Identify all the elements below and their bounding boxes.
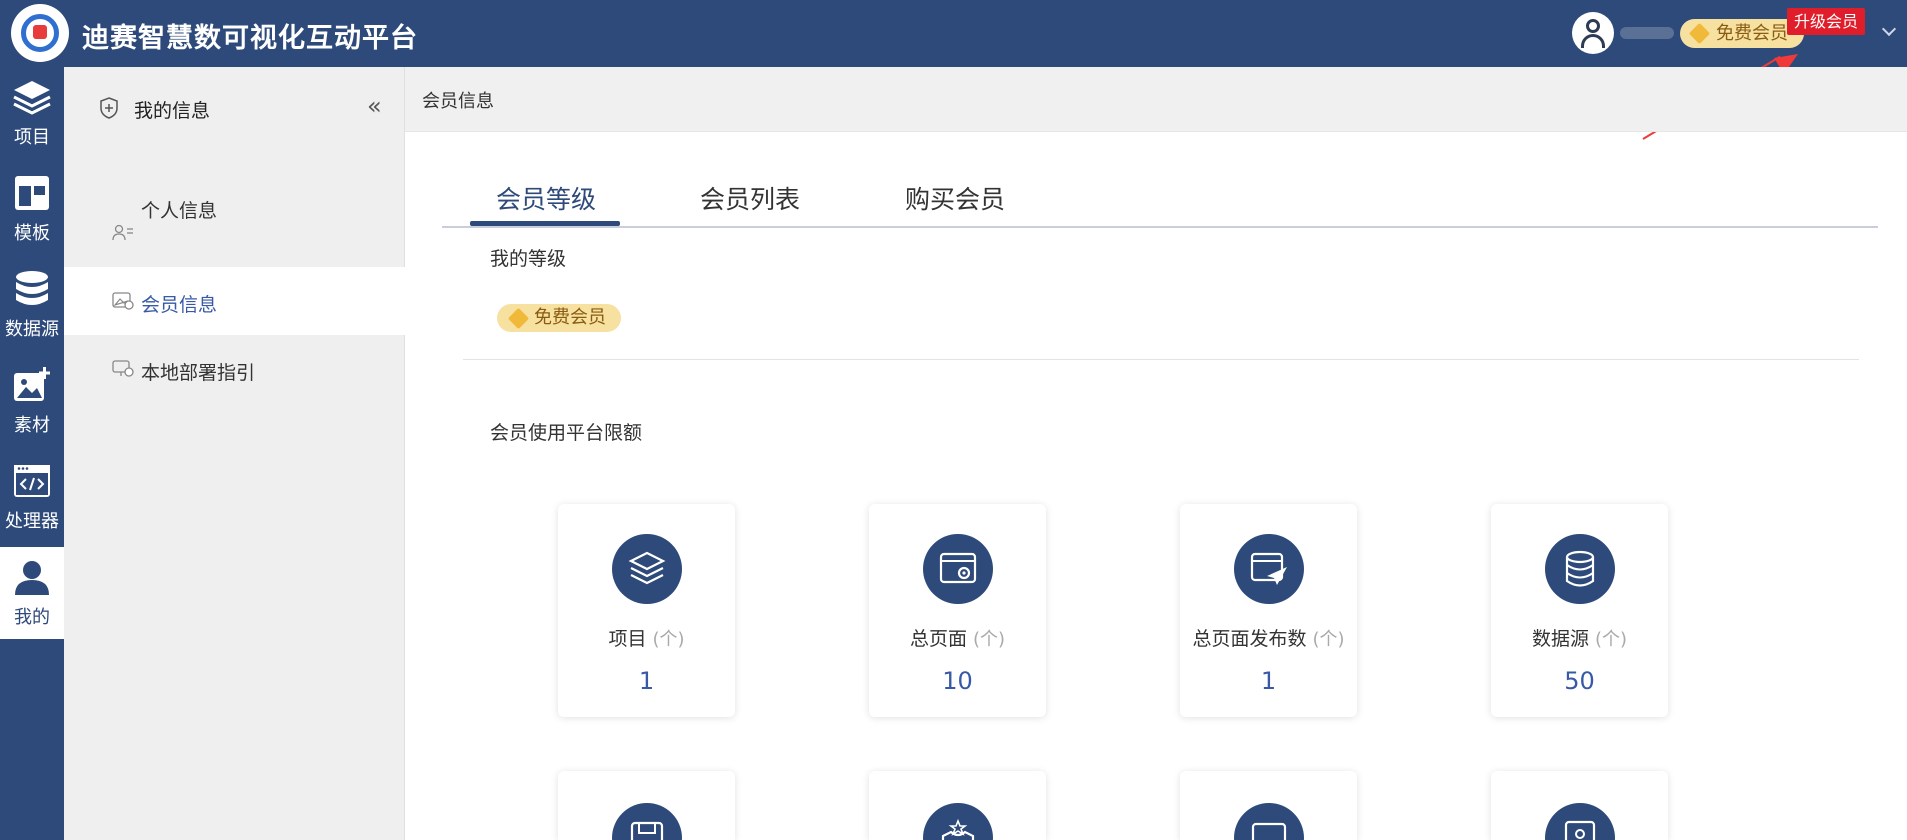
rail-item-project[interactable]: 项目: [0, 67, 64, 159]
code-icon: [14, 465, 50, 497]
limit-card-partial: [869, 771, 1046, 840]
rail-item-template[interactable]: 模板: [0, 163, 64, 255]
subnav-header: 我的信息 «: [64, 67, 405, 135]
member-tabs: 会员等级 会员列表 购买会员: [442, 170, 1878, 228]
secondary-sidebar: 我的信息 « 个人信息 会员信息 本地部署指引: [64, 67, 405, 840]
rail-item-mine[interactable]: 我的: [0, 547, 64, 639]
app-title: 迪赛智慧数可视化互动平台: [82, 23, 418, 54]
limit-card-value: 1: [1260, 667, 1277, 695]
rail-item-processor[interactable]: 处理器: [0, 451, 64, 543]
limit-card-unit: (个): [1595, 629, 1628, 650]
limit-card-value: 1: [638, 667, 655, 695]
layers-icon: [612, 534, 682, 604]
member-card-icon: [112, 292, 134, 310]
limit-card-name: 总页面发布数: [1192, 628, 1307, 650]
shirt-star-icon: [923, 803, 993, 840]
collapse-left-icon[interactable]: «: [367, 94, 381, 118]
limit-card-unit: (个): [973, 629, 1006, 650]
limit-card-value: 10: [942, 667, 973, 695]
section-divider: [463, 359, 1859, 360]
tab-member-level[interactable]: 会员等级: [496, 180, 596, 216]
upgrade-member-button[interactable]: 升级会员: [1787, 8, 1865, 35]
subnav-item-label: 本地部署指引: [141, 362, 256, 384]
rail-item-assets[interactable]: 素材: [0, 355, 64, 447]
limit-card-page-publish: 总页面发布数 (个) 1: [1180, 504, 1357, 717]
limit-card-project: 项目 (个) 1: [558, 504, 735, 717]
limit-card-partial: [1491, 771, 1668, 840]
limits-title: 会员使用平台限额: [490, 422, 643, 444]
my-level-title: 我的等级: [490, 248, 567, 270]
subnav-item-local-deploy[interactable]: 本地部署指引: [64, 335, 405, 403]
chevron-down-icon[interactable]: [1881, 21, 1897, 37]
level-badge: 免费会员: [497, 304, 621, 332]
user-card-icon: [112, 224, 133, 241]
limit-card-datasource: 数据源 (个) 50: [1491, 504, 1668, 717]
limit-card-pages: 总页面 (个) 10: [869, 504, 1046, 717]
database-icon: [1545, 534, 1615, 604]
breadcrumb-bar: 会员信息: [405, 67, 1907, 132]
member-badge[interactable]: 免费会员: [1680, 19, 1804, 48]
tab-member-list[interactable]: 会员列表: [700, 180, 800, 216]
limit-card-name: 项目: [608, 628, 647, 650]
tab-buy-member[interactable]: 购买会员: [905, 180, 1005, 216]
subnav-item-personal-info[interactable]: 个人信息: [64, 199, 405, 267]
limit-card-unit: (个): [1312, 629, 1345, 650]
limit-card-name: 总页面: [909, 628, 967, 650]
subnav-title: 我的信息: [134, 100, 211, 122]
rail-item-label: 处理器: [5, 511, 59, 532]
shield-plus-icon: [100, 97, 118, 119]
diamond-icon: [1688, 22, 1711, 45]
subnav-item-label: 个人信息: [141, 200, 218, 222]
user-icon: [15, 561, 49, 595]
layout-icon: [15, 176, 49, 210]
database-icon: [16, 271, 48, 305]
rail-item-label: 模板: [14, 223, 50, 244]
breadcrumb: 会员信息: [422, 91, 494, 112]
limit-card-partial: [1180, 771, 1357, 840]
limit-card-unit: (个): [652, 629, 685, 650]
image-plus-icon: [14, 367, 50, 401]
top-header: 迪赛智慧数可视化互动平台 免费会员 升级会员: [0, 0, 1907, 67]
monitor-check-icon: [112, 360, 134, 377]
limit-card-name: 数据源: [1531, 628, 1589, 650]
image-icon: [1545, 803, 1615, 840]
app-logo[interactable]: [11, 4, 69, 62]
limit-card-value: 50: [1564, 667, 1595, 695]
monitor-icon: [1234, 803, 1304, 840]
member-badge-label: 免费会员: [1716, 23, 1788, 44]
layers-icon: [13, 81, 51, 115]
level-badge-label: 免费会员: [534, 307, 606, 328]
save-icon: [612, 803, 682, 840]
rail-item-datasource[interactable]: 数据源: [0, 259, 64, 351]
rail-item-label: 数据源: [5, 319, 59, 340]
page-send-icon: [1234, 534, 1304, 604]
username-redacted: [1620, 27, 1674, 39]
limit-card-partial: [558, 771, 735, 840]
rail-item-label: 素材: [14, 415, 50, 436]
active-tab-indicator: [470, 221, 620, 226]
rail-item-label: 我的: [14, 607, 50, 628]
subnav-item-label: 会员信息: [141, 294, 218, 316]
user-avatar[interactable]: [1572, 12, 1614, 54]
diamond-icon: [507, 307, 530, 330]
icon-rail: 项目 模板 数据源 素材 处理器 我的: [0, 67, 64, 840]
page-settings-icon: [923, 534, 993, 604]
subnav-item-member-info[interactable]: 会员信息: [64, 267, 405, 335]
rail-item-label: 项目: [14, 127, 50, 148]
